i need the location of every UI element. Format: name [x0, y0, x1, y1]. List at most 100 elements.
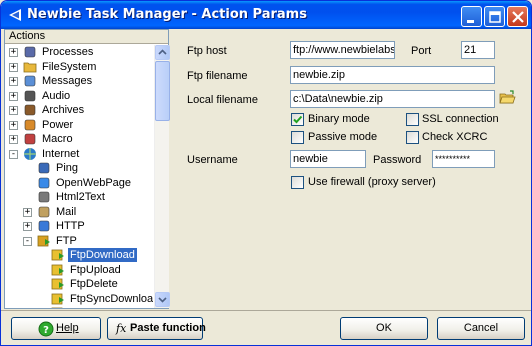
ftp-download-icon — [51, 249, 64, 261]
tree-item-macro[interactable]: + Macro — [5, 132, 153, 146]
ftp-filename-input[interactable]: newbie.zip — [290, 66, 495, 84]
actions-panel: Actions + Processes + FileSystem + Messages + A… — [4, 29, 170, 309]
archive-icon — [24, 104, 36, 116]
tree-item-ftp[interactable]: - FTP — [5, 234, 153, 248]
tree-item-power[interactable]: + Power — [5, 118, 153, 132]
action-params-window: Newbie Task Manager - Action Params Acti… — [0, 0, 532, 346]
tree-item-ftpsyncdownload[interactable]: FtpSyncDownload — [5, 292, 153, 306]
passive-mode-label[interactable]: Passive mode — [308, 131, 377, 144]
expand-icon[interactable]: + — [23, 207, 32, 217]
ftp-sync-upload-icon — [51, 307, 63, 308]
tree-item-label: OpenWebPage — [56, 176, 132, 189]
ok-label: OK — [376, 322, 392, 334]
use-firewall-checkbox[interactable] — [291, 176, 304, 189]
cancel-button[interactable]: Cancel — [437, 317, 525, 340]
tree-item-ping[interactable]: Ping — [5, 161, 153, 175]
tree-item-label: HTTP — [56, 220, 85, 232]
ok-button[interactable]: OK — [340, 317, 428, 340]
ssl-connection-label[interactable]: SSL connection — [422, 113, 499, 126]
tree-item-label: FileSystem — [42, 60, 97, 73]
tree-item-http[interactable]: + HTTP — [5, 219, 153, 233]
paste-function-button[interactable]: fx Paste function — [107, 317, 206, 340]
password-input[interactable]: ********** — [432, 150, 495, 168]
tree-item-internet[interactable]: - Internet — [5, 147, 153, 161]
tree-item-label: Macro — [42, 133, 73, 145]
ftp-host-input[interactable]: ftp://www.newbielabs.com — [290, 41, 395, 59]
chevron-down-icon — [158, 297, 167, 303]
function-icon: fx — [116, 322, 127, 335]
port-label: Port — [411, 45, 432, 57]
chevron-up-icon — [158, 49, 167, 55]
tree-item-archives[interactable]: + Archives — [5, 103, 153, 117]
binary-mode-label[interactable]: Binary mode — [308, 113, 370, 126]
ssl-connection-checkbox[interactable] — [406, 113, 419, 126]
open-folder-icon[interactable] — [499, 90, 516, 106]
tree-item-label: FtpDelete — [70, 278, 118, 290]
expand-icon[interactable]: + — [9, 135, 18, 144]
tree-item-ftpdelete[interactable]: FtpDelete — [5, 277, 153, 291]
tree-item-label: Archives — [42, 104, 85, 116]
paste-function-label: Paste function — [130, 322, 206, 334]
actions-tree[interactable]: + Processes + FileSystem + Messages + Audio + Arc… — [5, 45, 153, 308]
close-button[interactable] — [507, 6, 528, 27]
tree-item-filesystem[interactable]: + FileSystem — [5, 60, 153, 74]
binary-mode-checkbox[interactable] — [291, 113, 304, 126]
tree-item-html2text[interactable]: Html2Text — [5, 190, 153, 204]
tree-item-ftpsyncupload[interactable]: FtpSyncUpload — [5, 306, 153, 308]
scroll-up-button[interactable] — [155, 45, 170, 60]
tree-item-processes[interactable]: + Processes — [5, 45, 153, 59]
scroll-down-button[interactable] — [155, 292, 170, 307]
expand-icon[interactable]: + — [9, 77, 18, 86]
app-icon — [9, 9, 21, 21]
minimize-button[interactable] — [461, 6, 482, 27]
expand-icon[interactable]: + — [9, 48, 18, 57]
webpage-icon — [38, 177, 50, 188]
ftp-delete-icon — [51, 278, 64, 290]
collapse-icon[interactable]: - — [23, 236, 32, 246]
gear-icon — [24, 46, 36, 58]
expand-icon[interactable]: + — [9, 91, 18, 101]
check-xcrc-checkbox[interactable] — [406, 131, 419, 144]
ftp-sync-download-icon — [51, 293, 64, 304]
scroll-thumb[interactable] — [155, 61, 170, 121]
tree-item-ftpdownload[interactable]: FtpDownload — [5, 248, 153, 262]
tree-item-label: FTP — [56, 234, 77, 247]
title-bar[interactable]: Newbie Task Manager - Action Params — [1, 1, 531, 29]
ftp-icon — [37, 235, 50, 246]
tree-item-audio[interactable]: + Audio — [5, 89, 153, 103]
speaker-icon — [24, 90, 36, 101]
help-label: Help — [56, 322, 79, 334]
panel-splitter[interactable] — [171, 29, 177, 309]
tree-item-label: FtpSyncUpload — [68, 306, 147, 308]
tree-item-mail[interactable]: + Mail — [5, 205, 153, 219]
tree-item-label: FtpUpload — [70, 263, 121, 276]
tree-item-label: Ping — [56, 162, 79, 174]
collapse-icon[interactable]: - — [9, 149, 18, 159]
tree-item-ftpupload[interactable]: FtpUpload — [5, 263, 153, 277]
close-icon — [512, 11, 524, 23]
expand-icon[interactable]: + — [23, 222, 32, 231]
window-title: Newbie Task Manager - Action Params — [27, 7, 307, 22]
port-input[interactable]: 21 — [461, 41, 495, 59]
tree-item-messages[interactable]: + Messages — [5, 74, 153, 88]
tree-scrollbar[interactable] — [154, 45, 170, 308]
tree-item-label: Html2Text — [56, 191, 105, 203]
help-button[interactable]: ? Help — [11, 317, 101, 340]
help-icon: ? — [38, 321, 54, 337]
actions-header: Actions — [5, 30, 168, 44]
username-input[interactable]: newbie — [290, 150, 366, 168]
local-filename-input[interactable]: c:\Data\newbie.zip — [290, 90, 495, 108]
maximize-icon — [489, 11, 501, 23]
expand-icon[interactable]: + — [9, 106, 18, 115]
maximize-button[interactable] — [484, 6, 505, 27]
expand-icon[interactable]: + — [9, 62, 18, 72]
globe-icon — [24, 147, 36, 160]
tree-item-label: FtpDownload — [68, 248, 137, 262]
tree-item-label: Audio — [42, 89, 71, 102]
tree-item-openwebpage[interactable]: OpenWebPage — [5, 176, 153, 190]
tree-item-label: Processes — [42, 46, 94, 58]
passive-mode-checkbox[interactable] — [291, 131, 304, 144]
check-xcrc-label[interactable]: Check XCRC — [422, 131, 487, 144]
expand-icon[interactable]: + — [9, 120, 18, 130]
use-firewall-label[interactable]: Use firewall (proxy server) — [308, 176, 436, 189]
